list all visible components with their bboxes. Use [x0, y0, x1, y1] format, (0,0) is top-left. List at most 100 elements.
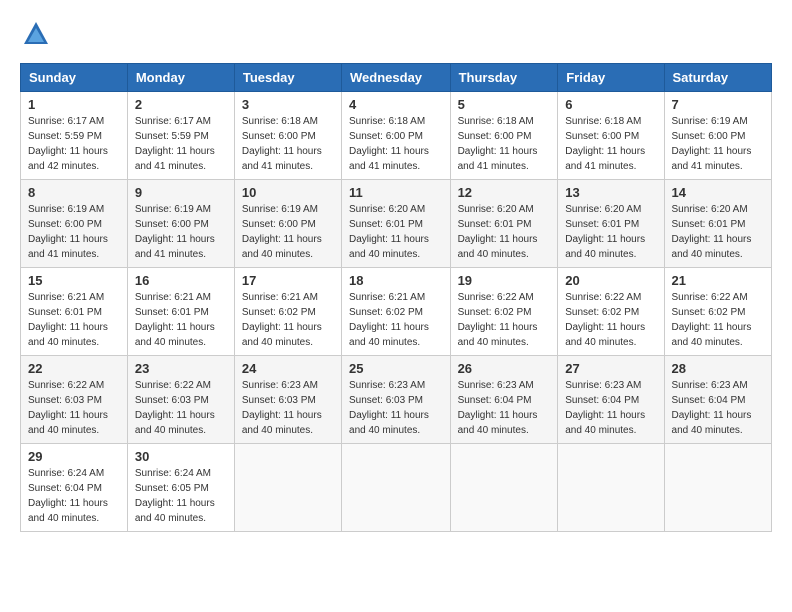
weekday-saturday: Saturday [664, 64, 771, 92]
day-number: 19 [458, 273, 551, 288]
day-number: 25 [349, 361, 443, 376]
day-info: Sunrise: 6:22 AMSunset: 6:03 PMDaylight:… [28, 380, 108, 436]
day-info: Sunrise: 6:22 AMSunset: 6:02 PMDaylight:… [565, 292, 645, 348]
logo-icon [22, 20, 50, 48]
calendar-cell: 30 Sunrise: 6:24 AMSunset: 6:05 PMDaylig… [127, 444, 234, 532]
day-number: 28 [672, 361, 764, 376]
day-info: Sunrise: 6:21 AMSunset: 6:01 PMDaylight:… [135, 292, 215, 348]
day-info: Sunrise: 6:23 AMSunset: 6:04 PMDaylight:… [565, 380, 645, 436]
calendar-week-1: 1 Sunrise: 6:17 AMSunset: 5:59 PMDayligh… [21, 92, 772, 180]
calendar-cell: 4 Sunrise: 6:18 AMSunset: 6:00 PMDayligh… [342, 92, 451, 180]
day-number: 30 [135, 449, 227, 464]
weekday-thursday: Thursday [450, 64, 558, 92]
calendar-cell: 8 Sunrise: 6:19 AMSunset: 6:00 PMDayligh… [21, 180, 128, 268]
calendar-cell: 26 Sunrise: 6:23 AMSunset: 6:04 PMDaylig… [450, 356, 558, 444]
day-info: Sunrise: 6:18 AMSunset: 6:00 PMDaylight:… [242, 116, 322, 172]
weekday-friday: Friday [558, 64, 664, 92]
calendar-cell: 17 Sunrise: 6:21 AMSunset: 6:02 PMDaylig… [234, 268, 341, 356]
day-number: 18 [349, 273, 443, 288]
calendar-cell: 9 Sunrise: 6:19 AMSunset: 6:00 PMDayligh… [127, 180, 234, 268]
day-number: 20 [565, 273, 656, 288]
page-header [20, 20, 772, 53]
calendar-cell: 14 Sunrise: 6:20 AMSunset: 6:01 PMDaylig… [664, 180, 771, 268]
calendar-cell: 22 Sunrise: 6:22 AMSunset: 6:03 PMDaylig… [21, 356, 128, 444]
calendar-cell: 12 Sunrise: 6:20 AMSunset: 6:01 PMDaylig… [450, 180, 558, 268]
day-info: Sunrise: 6:24 AMSunset: 6:04 PMDaylight:… [28, 468, 108, 524]
day-info: Sunrise: 6:21 AMSunset: 6:01 PMDaylight:… [28, 292, 108, 348]
calendar-cell: 15 Sunrise: 6:21 AMSunset: 6:01 PMDaylig… [21, 268, 128, 356]
day-info: Sunrise: 6:18 AMSunset: 6:00 PMDaylight:… [349, 116, 429, 172]
weekday-wednesday: Wednesday [342, 64, 451, 92]
day-info: Sunrise: 6:18 AMSunset: 6:00 PMDaylight:… [458, 116, 538, 172]
calendar-cell: 11 Sunrise: 6:20 AMSunset: 6:01 PMDaylig… [342, 180, 451, 268]
calendar-cell [664, 444, 771, 532]
day-number: 11 [349, 185, 443, 200]
day-number: 9 [135, 185, 227, 200]
calendar-cell: 3 Sunrise: 6:18 AMSunset: 6:00 PMDayligh… [234, 92, 341, 180]
calendar-week-5: 29 Sunrise: 6:24 AMSunset: 6:04 PMDaylig… [21, 444, 772, 532]
day-number: 23 [135, 361, 227, 376]
calendar-cell: 25 Sunrise: 6:23 AMSunset: 6:03 PMDaylig… [342, 356, 451, 444]
day-number: 27 [565, 361, 656, 376]
calendar-cell: 21 Sunrise: 6:22 AMSunset: 6:02 PMDaylig… [664, 268, 771, 356]
day-number: 24 [242, 361, 334, 376]
day-info: Sunrise: 6:17 AMSunset: 5:59 PMDaylight:… [28, 116, 108, 172]
calendar-cell: 6 Sunrise: 6:18 AMSunset: 6:00 PMDayligh… [558, 92, 664, 180]
calendar-cell: 18 Sunrise: 6:21 AMSunset: 6:02 PMDaylig… [342, 268, 451, 356]
day-info: Sunrise: 6:22 AMSunset: 6:02 PMDaylight:… [672, 292, 752, 348]
day-info: Sunrise: 6:23 AMSunset: 6:03 PMDaylight:… [349, 380, 429, 436]
day-number: 6 [565, 97, 656, 112]
day-info: Sunrise: 6:19 AMSunset: 6:00 PMDaylight:… [28, 204, 108, 260]
day-info: Sunrise: 6:19 AMSunset: 6:00 PMDaylight:… [135, 204, 215, 260]
calendar-cell: 5 Sunrise: 6:18 AMSunset: 6:00 PMDayligh… [450, 92, 558, 180]
calendar-cell: 27 Sunrise: 6:23 AMSunset: 6:04 PMDaylig… [558, 356, 664, 444]
day-number: 4 [349, 97, 443, 112]
day-number: 1 [28, 97, 120, 112]
calendar-week-4: 22 Sunrise: 6:22 AMSunset: 6:03 PMDaylig… [21, 356, 772, 444]
day-number: 12 [458, 185, 551, 200]
calendar-cell: 1 Sunrise: 6:17 AMSunset: 5:59 PMDayligh… [21, 92, 128, 180]
day-info: Sunrise: 6:24 AMSunset: 6:05 PMDaylight:… [135, 468, 215, 524]
calendar-cell: 7 Sunrise: 6:19 AMSunset: 6:00 PMDayligh… [664, 92, 771, 180]
day-info: Sunrise: 6:22 AMSunset: 6:02 PMDaylight:… [458, 292, 538, 348]
day-info: Sunrise: 6:20 AMSunset: 6:01 PMDaylight:… [565, 204, 645, 260]
day-number: 29 [28, 449, 120, 464]
day-number: 26 [458, 361, 551, 376]
day-info: Sunrise: 6:18 AMSunset: 6:00 PMDaylight:… [565, 116, 645, 172]
weekday-monday: Monday [127, 64, 234, 92]
calendar-cell [450, 444, 558, 532]
calendar-cell: 10 Sunrise: 6:19 AMSunset: 6:00 PMDaylig… [234, 180, 341, 268]
weekday-sunday: Sunday [21, 64, 128, 92]
calendar-cell: 19 Sunrise: 6:22 AMSunset: 6:02 PMDaylig… [450, 268, 558, 356]
calendar-cell: 29 Sunrise: 6:24 AMSunset: 6:04 PMDaylig… [21, 444, 128, 532]
calendar-week-2: 8 Sunrise: 6:19 AMSunset: 6:00 PMDayligh… [21, 180, 772, 268]
day-info: Sunrise: 6:19 AMSunset: 6:00 PMDaylight:… [672, 116, 752, 172]
calendar-week-3: 15 Sunrise: 6:21 AMSunset: 6:01 PMDaylig… [21, 268, 772, 356]
day-info: Sunrise: 6:21 AMSunset: 6:02 PMDaylight:… [349, 292, 429, 348]
day-number: 21 [672, 273, 764, 288]
day-info: Sunrise: 6:20 AMSunset: 6:01 PMDaylight:… [672, 204, 752, 260]
day-number: 3 [242, 97, 334, 112]
calendar-body: 1 Sunrise: 6:17 AMSunset: 5:59 PMDayligh… [21, 92, 772, 532]
day-number: 16 [135, 273, 227, 288]
day-number: 8 [28, 185, 120, 200]
day-number: 2 [135, 97, 227, 112]
day-info: Sunrise: 6:21 AMSunset: 6:02 PMDaylight:… [242, 292, 322, 348]
day-info: Sunrise: 6:23 AMSunset: 6:04 PMDaylight:… [458, 380, 538, 436]
day-number: 14 [672, 185, 764, 200]
day-number: 13 [565, 185, 656, 200]
weekday-tuesday: Tuesday [234, 64, 341, 92]
day-info: Sunrise: 6:19 AMSunset: 6:00 PMDaylight:… [242, 204, 322, 260]
calendar-cell: 20 Sunrise: 6:22 AMSunset: 6:02 PMDaylig… [558, 268, 664, 356]
calendar-cell: 13 Sunrise: 6:20 AMSunset: 6:01 PMDaylig… [558, 180, 664, 268]
calendar-cell: 2 Sunrise: 6:17 AMSunset: 5:59 PMDayligh… [127, 92, 234, 180]
logo [20, 20, 50, 53]
calendar-cell: 28 Sunrise: 6:23 AMSunset: 6:04 PMDaylig… [664, 356, 771, 444]
day-info: Sunrise: 6:20 AMSunset: 6:01 PMDaylight:… [458, 204, 538, 260]
calendar-cell [234, 444, 341, 532]
calendar-cell: 23 Sunrise: 6:22 AMSunset: 6:03 PMDaylig… [127, 356, 234, 444]
calendar-cell [342, 444, 451, 532]
calendar-cell [558, 444, 664, 532]
day-info: Sunrise: 6:23 AMSunset: 6:03 PMDaylight:… [242, 380, 322, 436]
calendar-cell: 16 Sunrise: 6:21 AMSunset: 6:01 PMDaylig… [127, 268, 234, 356]
